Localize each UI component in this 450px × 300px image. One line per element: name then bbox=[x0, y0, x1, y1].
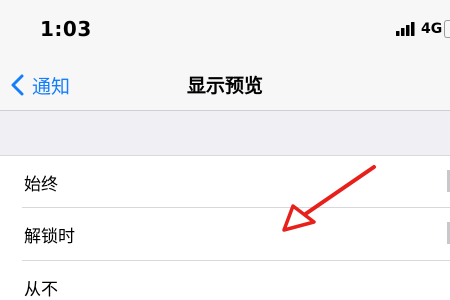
battery-icon bbox=[444, 20, 450, 38]
status-bar: 1:03 4G bbox=[0, 0, 450, 60]
option-never[interactable]: 从不 bbox=[0, 261, 450, 300]
status-time: 1:03 bbox=[40, 17, 92, 41]
network-type-label: 4G bbox=[421, 21, 443, 37]
option-label: 解锁时 bbox=[24, 227, 75, 247]
preview-options-list: 始终 解锁时 从不 bbox=[0, 155, 450, 300]
navigation-bar: 通知 显示预览 bbox=[0, 60, 450, 111]
chevron-left-icon bbox=[11, 74, 24, 96]
option-label: 始终 bbox=[24, 175, 58, 195]
settings-screen: 1:03 4G 通知 显示预览 始终 解锁时 从不 bbox=[0, 0, 450, 300]
option-always[interactable]: 始终 bbox=[0, 156, 450, 208]
option-label: 从不 bbox=[24, 280, 58, 300]
signal-bars-icon bbox=[396, 22, 415, 36]
option-when-unlocked[interactable]: 解锁时 bbox=[0, 208, 450, 260]
back-button[interactable]: 通知 bbox=[10, 68, 70, 102]
back-button-label: 通知 bbox=[32, 75, 71, 98]
